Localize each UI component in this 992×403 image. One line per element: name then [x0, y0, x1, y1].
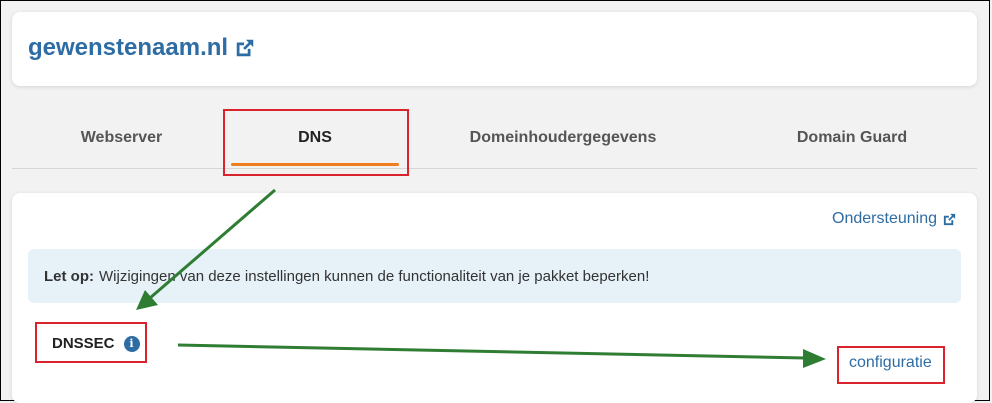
arrow-line-to-dnssec: [149, 188, 276, 300]
annotation-arrows: [136, 188, 826, 368]
arrow-line-to-configuratie: [177, 343, 806, 360]
arrow-head-configuratie: [803, 349, 826, 368]
